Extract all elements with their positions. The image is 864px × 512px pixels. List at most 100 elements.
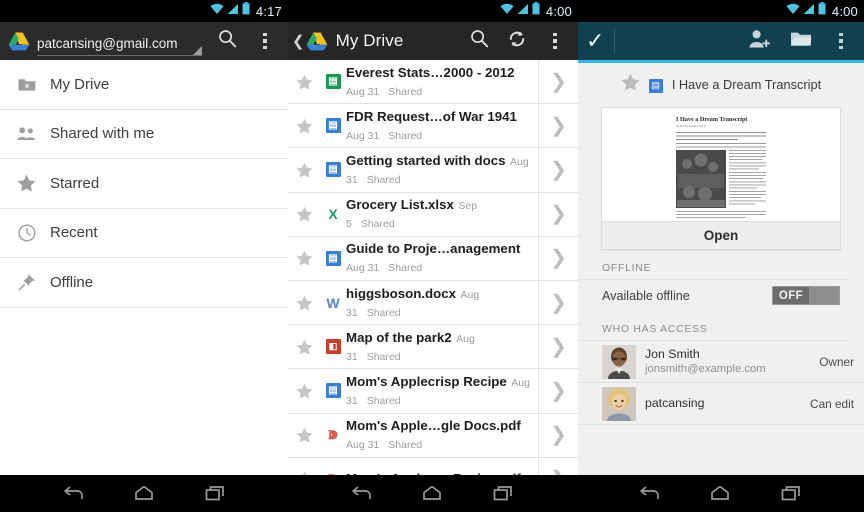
dropdown-caret-icon <box>193 46 202 55</box>
checkmark-icon[interactable]: ✓ <box>586 30 604 52</box>
recents-icon[interactable] <box>774 481 808 507</box>
recents-icon[interactable] <box>198 481 232 507</box>
home-icon[interactable] <box>127 481 161 507</box>
star-icon[interactable] <box>288 339 320 355</box>
chevron-right-icon[interactable]: ❯ <box>538 369 578 413</box>
chevron-right-icon[interactable]: ❯ <box>538 413 578 457</box>
table-row[interactable]: ▤ FDR Request…of War 1941 Aug 31 Shared ❯ <box>288 104 578 149</box>
star-icon <box>17 174 36 193</box>
chevron-right-icon[interactable]: ❯ <box>538 104 578 148</box>
star-icon[interactable] <box>621 73 640 96</box>
star-icon[interactable] <box>288 383 320 399</box>
file-type-icon: W <box>326 294 340 311</box>
star-icon[interactable] <box>288 74 320 90</box>
battery-icon <box>532 2 540 20</box>
move-to-folder-button[interactable] <box>780 22 822 60</box>
list-item[interactable]: patcansing Can edit <box>578 383 864 425</box>
action-bar-left: patcansing@gmail.com <box>0 22 288 60</box>
star-icon[interactable] <box>288 118 320 134</box>
table-row[interactable]: ▤ Everest Stats…2000 - 2012 Aug 31 Shared… <box>288 60 578 105</box>
svg-text:I Have a Dream Transcript: I Have a Dream Transcript <box>676 116 748 123</box>
table-row[interactable]: ▤ Mom's Applecrisp Recipe Aug 31 Shared ❯ <box>288 369 578 414</box>
recents-icon[interactable] <box>486 481 520 507</box>
sidebar-item-starred[interactable]: Starred <box>0 159 288 209</box>
available-offline-toggle[interactable]: OFF <box>772 286 840 305</box>
file-list[interactable]: ▤ Everest Stats…2000 - 2012 Aug 31 Shared… <box>288 60 578 512</box>
file-date: Aug 31 <box>346 262 380 275</box>
star-icon[interactable] <box>288 250 320 266</box>
account-selector[interactable]: patcansing@gmail.com <box>37 26 202 56</box>
file-name: Guide to Proje…anagement <box>346 241 521 257</box>
chevron-right-icon[interactable]: ❯ <box>538 192 578 236</box>
table-row[interactable]: ◧ Map of the park2 Aug 31 Shared ❯ <box>288 325 578 370</box>
back-chevron-icon[interactable]: ❮ <box>292 32 305 50</box>
person-info: Jon Smith jonsmith@example.com <box>645 347 810 376</box>
refresh-icon <box>507 29 527 54</box>
add-person-icon <box>748 29 770 54</box>
file-shared: Shared <box>388 262 423 275</box>
action-bar-right: ✓ <box>578 22 864 60</box>
star-icon[interactable] <box>288 206 320 222</box>
file-name: FDR Request…of War 1941 <box>346 108 517 124</box>
back-icon[interactable] <box>632 481 666 507</box>
wifi-icon <box>786 2 800 20</box>
file-type-icon: ▤ <box>320 250 346 266</box>
file-name: Map of the park2 <box>346 329 452 345</box>
table-row[interactable]: ▤ Guide to Proje…anagement Aug 31 Shared … <box>288 236 578 281</box>
person-name: Jon Smith <box>645 346 700 361</box>
overflow-button-middle[interactable] <box>536 22 574 60</box>
sidebar-item-recent[interactable]: Recent <box>0 209 288 258</box>
file-info: Guide to Proje…anagement Aug 31 Shared <box>346 240 538 276</box>
sidebar-item-my-drive[interactable]: My Drive <box>0 60 288 110</box>
file-shared: Shared <box>388 129 423 142</box>
star-icon[interactable] <box>288 162 320 178</box>
document-preview-card[interactable]: I Have a Dream Transcript by Martin Luth… <box>601 107 841 250</box>
folder-icon <box>17 75 36 94</box>
table-row[interactable]: W higgsboson.docx Aug 31 Shared ❯ <box>288 280 578 326</box>
back-icon[interactable] <box>56 481 90 507</box>
back-icon[interactable] <box>344 481 378 507</box>
panel-file-details: 4:00 ✓ ▤ I Have a Dream Transcript I Hav… <box>578 0 864 512</box>
divider <box>614 28 616 54</box>
chevron-right-icon[interactable]: ❯ <box>538 60 578 104</box>
open-button[interactable]: Open <box>602 221 840 249</box>
android-navigation-bar <box>0 475 864 512</box>
star-icon[interactable] <box>288 295 320 311</box>
overflow-button-right[interactable] <box>822 22 860 60</box>
pin-icon <box>17 273 36 292</box>
search-icon <box>218 29 237 53</box>
status-bar-right: 4:00 <box>578 0 864 22</box>
sidebar-item-label: My Drive <box>50 75 110 93</box>
table-row[interactable]: ▤ Getting started with docs Aug 31 Shared… <box>288 148 578 193</box>
table-row[interactable]: X Grocery List.xlsx Sep 5 Shared ❯ <box>288 192 578 237</box>
folder-icon <box>790 30 812 53</box>
file-name: Everest Stats…2000 - 2012 <box>346 64 515 80</box>
signal-icon <box>803 2 815 20</box>
search-button-middle[interactable] <box>460 22 498 60</box>
add-person-button[interactable] <box>738 22 780 60</box>
sidebar-item-shared-with-me[interactable]: Shared with me <box>0 110 288 159</box>
chevron-right-icon[interactable]: ❯ <box>538 148 578 192</box>
action-bar-middle: ❮ My Drive <box>288 22 578 60</box>
file-type-icon: ▤ <box>320 74 346 90</box>
overflow-menu-icon <box>553 32 557 50</box>
available-offline-row[interactable]: Available offline OFF <box>578 280 864 311</box>
sidebar-item-label: Recent <box>50 224 98 242</box>
signal-icon <box>517 2 529 20</box>
refresh-button[interactable] <box>498 22 536 60</box>
list-item[interactable]: Jon Smith jonsmith@example.com Owner <box>578 341 864 383</box>
detail-content: ▤ I Have a Dream Transcript I Have a Dre… <box>578 63 864 512</box>
chevron-right-icon[interactable]: ❯ <box>538 236 578 280</box>
chevron-right-icon[interactable]: ❯ <box>538 280 578 325</box>
star-icon[interactable] <box>288 427 320 443</box>
table-row[interactable]: ↇ Mom's Apple…gle Docs.pdf Aug 31 Shared … <box>288 413 578 458</box>
chevron-right-icon[interactable]: ❯ <box>538 325 578 369</box>
file-name: Grocery List.xlsx <box>346 197 454 213</box>
home-icon[interactable] <box>415 481 449 507</box>
avatar <box>602 386 636 421</box>
search-button-left[interactable] <box>208 22 246 60</box>
file-info: Getting started with docs Aug 31 Shared <box>346 152 538 188</box>
overflow-button-left[interactable] <box>246 22 284 60</box>
home-icon[interactable] <box>703 481 737 507</box>
sidebar-item-offline[interactable]: Offline <box>0 258 288 308</box>
